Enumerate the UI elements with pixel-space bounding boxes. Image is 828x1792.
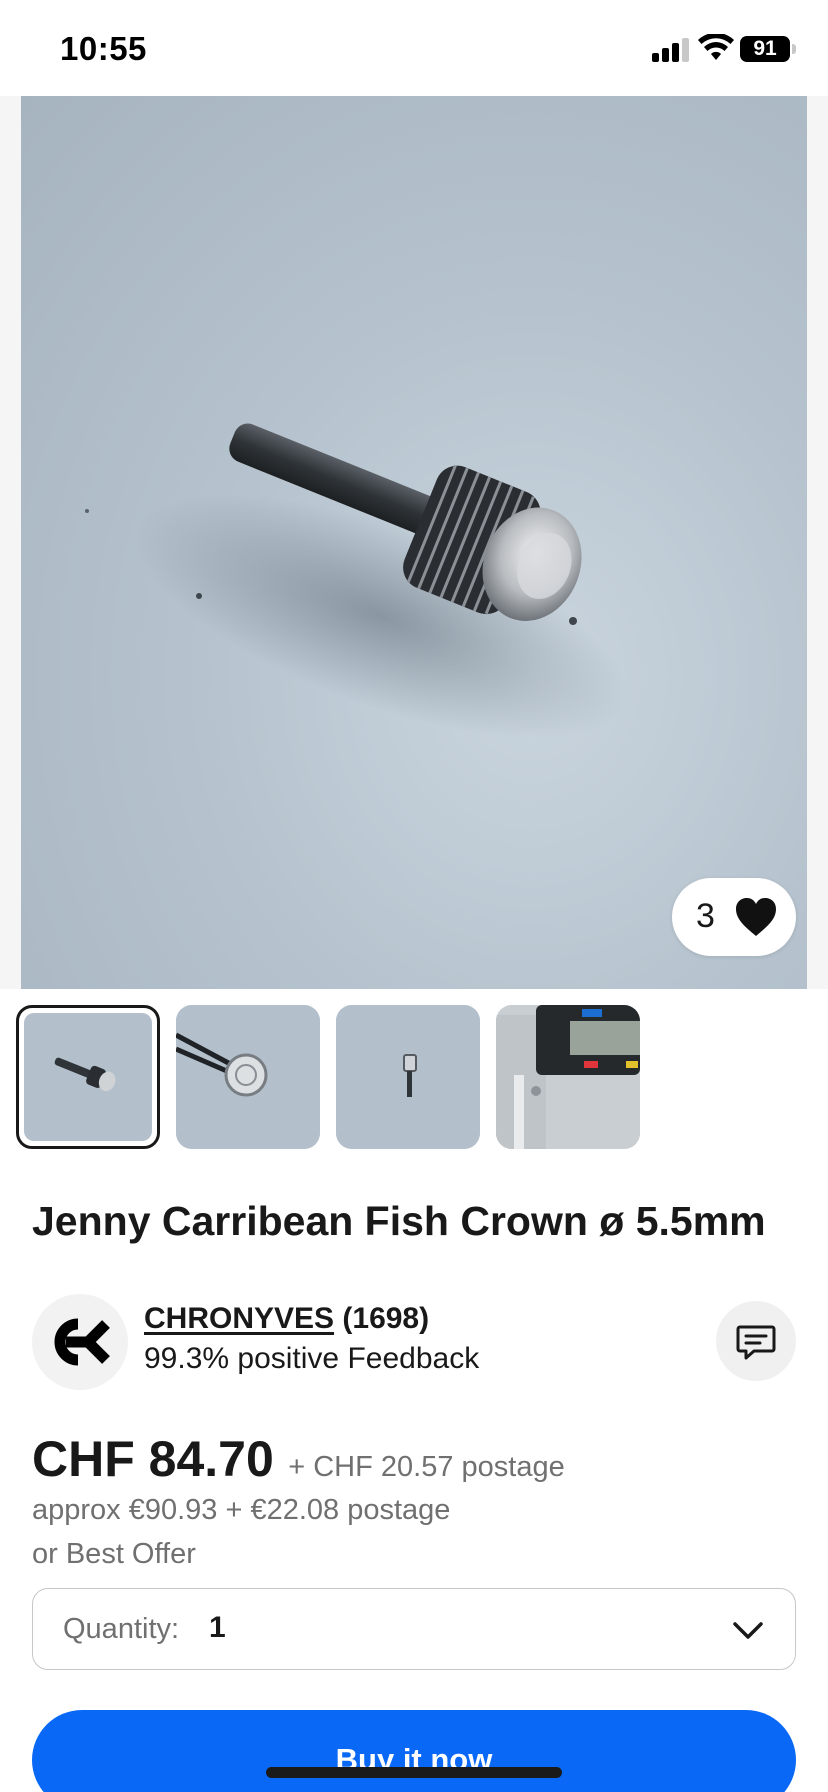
status-time: 10:55 [60, 30, 147, 67]
thumbnail-image [336, 1005, 480, 1149]
battery-icon: 91 [740, 36, 790, 62]
item-price: CHF 84.70 [32, 1431, 274, 1487]
seller-logo-icon [54, 1318, 110, 1366]
product-photo[interactable] [21, 96, 807, 989]
thumbnail-1[interactable] [16, 1005, 160, 1149]
approx-price: approx €90.93 + €22.08 postage [32, 1494, 451, 1526]
quantity-label: Quantity: [63, 1613, 180, 1645]
thumbnail-image [496, 1005, 640, 1149]
price-row: CHF 84.70 + CHF 20.57 postage [32, 1430, 565, 1488]
contact-seller-button[interactable] [716, 1301, 796, 1381]
seller-name-link[interactable]: CHRONYVES [144, 1302, 334, 1335]
status-bar: 10:55 91 [0, 0, 828, 96]
wifi-icon [698, 34, 734, 60]
thumbnail-strip [16, 1005, 816, 1149]
chevron-down-icon [733, 1622, 763, 1639]
thumbnail-3[interactable] [336, 1005, 480, 1149]
seller-info[interactable]: CHRONYVES (1698) [144, 1302, 429, 1336]
seller-feedback-count: (1698) [342, 1302, 430, 1335]
seller-feedback-percent: 99.3% positive Feedback [144, 1342, 480, 1375]
watch-count: 3 [696, 897, 715, 935]
watchers-button[interactable]: 3 [672, 878, 796, 956]
message-icon [736, 1325, 776, 1360]
thumbnail-2[interactable] [176, 1005, 320, 1149]
listing-title: Jenny Carribean Fish Crown ø 5.5mm [32, 1198, 766, 1244]
thumbnail-image [24, 1013, 152, 1141]
seller-avatar[interactable] [32, 1294, 128, 1390]
buy-it-now-button[interactable]: Buy it now [32, 1710, 796, 1792]
heart-icon [736, 898, 776, 936]
watch-crown-image [85, 423, 628, 739]
quantity-value: 1 [209, 1611, 226, 1644]
item-page: 10:55 91 3 Jenny Carribean Fish Crown ø … [0, 0, 828, 1792]
battery-tip [792, 44, 796, 54]
postage-cost: + CHF 20.57 postage [288, 1451, 565, 1483]
thumbnail-image [176, 1005, 320, 1149]
image-gallery[interactable]: 3 [0, 96, 828, 989]
best-offer-text: or Best Offer [32, 1538, 196, 1570]
home-indicator[interactable] [266, 1767, 562, 1778]
signal-icon [652, 38, 690, 62]
thumbnail-4[interactable] [496, 1005, 640, 1149]
quantity-select[interactable]: Quantity: 1 [32, 1588, 796, 1670]
